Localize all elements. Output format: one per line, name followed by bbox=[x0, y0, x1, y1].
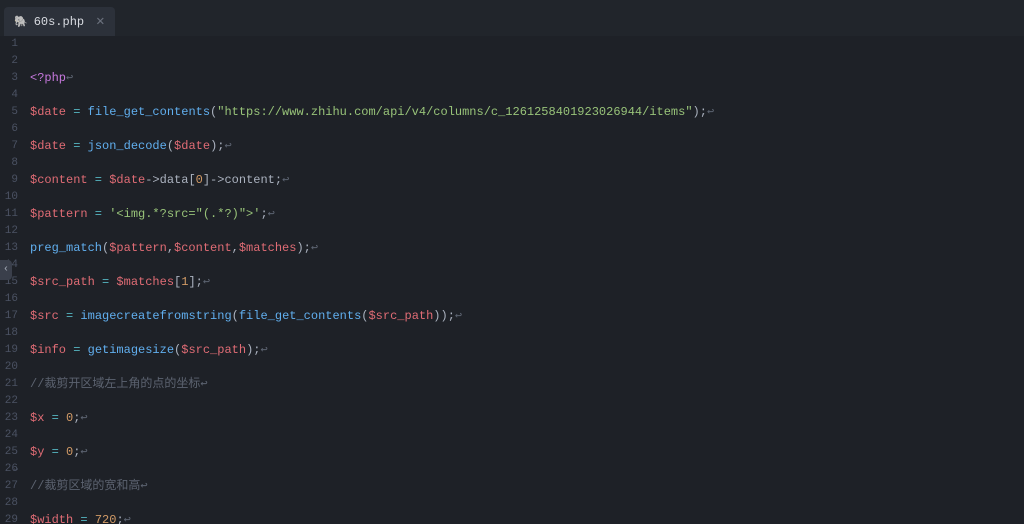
tab-filename: 60s.php bbox=[34, 15, 84, 29]
file-tab[interactable]: 🐘 60s.php ✕ bbox=[4, 7, 115, 36]
close-icon[interactable]: ✕ bbox=[96, 13, 104, 30]
line-number-gutter: 1234567891011121314151617181920212223242… bbox=[0, 36, 26, 524]
code-editor[interactable]: 1234567891011121314151617181920212223242… bbox=[0, 36, 1024, 524]
tab-bar: 🐘 60s.php ✕ bbox=[0, 8, 1024, 36]
panel-collapse-button[interactable]: ‹ bbox=[0, 260, 12, 280]
php-file-icon: 🐘 bbox=[14, 15, 28, 29]
code-lines[interactable]: <?php↩ $date = file_get_contents("https:… bbox=[26, 36, 1024, 524]
